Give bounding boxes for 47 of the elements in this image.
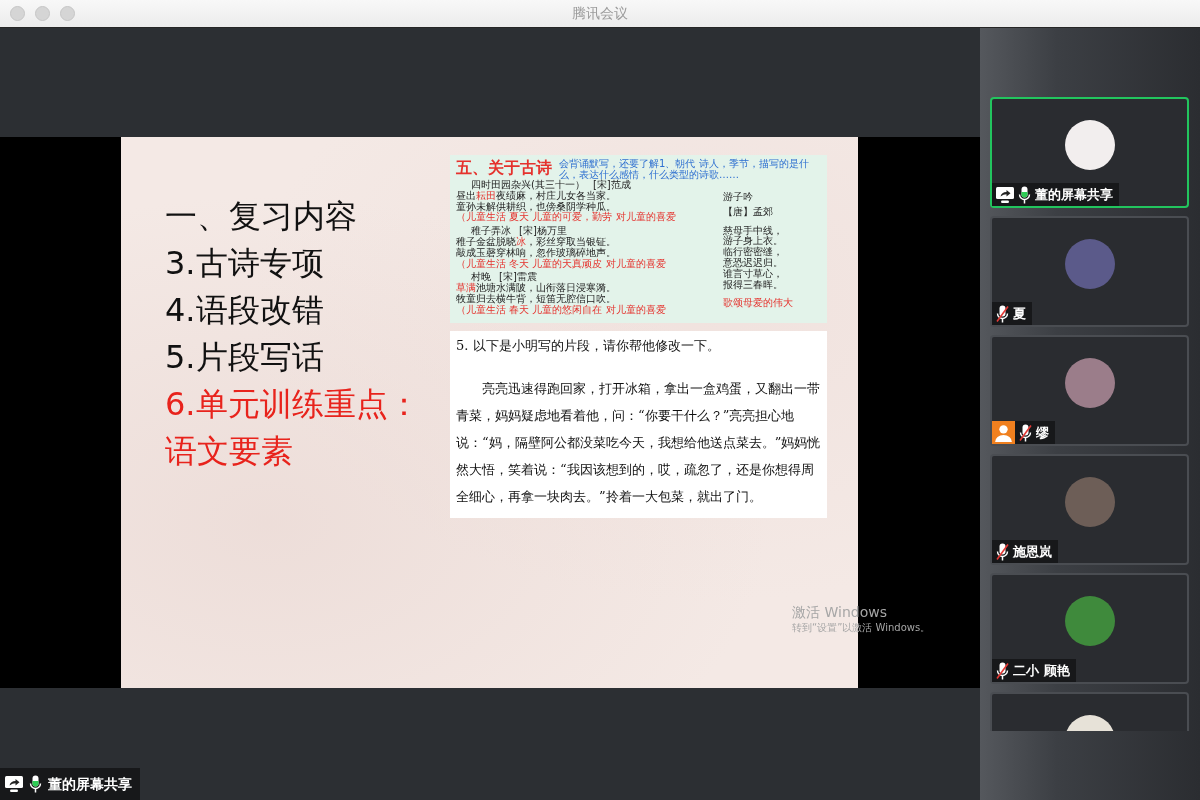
avatar-placeholder [1064, 239, 1115, 289]
outline-item: 6.单元训练重点： [165, 384, 421, 425]
slide-heading: 一、复习内容 [165, 196, 358, 237]
exercise-passage: 亮亮迅速得跑回家，打开冰箱，拿出一盒鸡蛋，又翻出一带青菜，妈妈疑虑地看着他，问：“你要干什么？”亮亮担心地说：“妈，隔壁阿公都没菜吃今天，我想给他送点菜去。”妈妈恍然大悟，笑着说：“我因该想到的，哎，疏忽了，还是你想得周全细心，再拿一块肉去。”拎着一大包菜，就出了门。 [456, 379, 821, 506]
poem-title: 村晚 [471, 272, 491, 283]
participant-name: 夏 [1013, 304, 1026, 323]
participant-name: 缪 [1036, 423, 1049, 442]
exercise-question: 5. 以下是小明写的片段，请你帮他修改一下。 [456, 336, 721, 355]
outline-item: 5.片段写话 [165, 337, 325, 378]
avatar-placeholder [1064, 120, 1115, 170]
poem-author: 【唐】孟郊 [723, 206, 774, 218]
poem-line: 牧童归去横牛背，短笛无腔信口吹。 [456, 293, 616, 305]
panel-note: 会背诵默写，还要了解1、朝代 诗人，季节，描写的是什么，表达什么感情，什么类型的诗歌…… [559, 158, 810, 180]
outline-item: 4.语段改错 [165, 290, 325, 331]
poem-line: 临行密密缝， [723, 247, 784, 258]
poem-line: 意恐迟迟归。 [723, 258, 784, 269]
poem-line: 昼出耘田夜绩麻，村庄儿女各当家。 [456, 190, 616, 201]
zoom-button[interactable] [60, 6, 75, 21]
poem-theme: （儿童生活 冬天 儿童的天真顽皮 对儿童的喜爱 [456, 258, 667, 270]
poem-line: 游子身上衣。 [723, 236, 784, 247]
poem-line: 报得三春晖。 [723, 279, 784, 291]
poem-theme: （儿童生活 春天 儿童的悠闲自在 对儿童的喜爱 [456, 304, 667, 316]
presenter-name: 董的屏幕共享 [48, 774, 132, 794]
window-title: 腾讯会议 [572, 4, 628, 23]
poem-theme: 歌颂母爱的伟大 [723, 298, 794, 310]
poem-line: 稚子金盆脱晓冰，彩丝穿取当银钲。 [456, 237, 617, 248]
poem-line: 慈母手中线， [723, 225, 784, 236]
outline-item: 语文要素 [165, 431, 294, 472]
poem-title: 四时田园杂兴(其三十一） [471, 180, 585, 190]
participant-name: 二小 顾艳 [1013, 661, 1070, 680]
poem-author: [宋]范成 [592, 180, 631, 190]
poem-line: 谁言寸草心， [723, 268, 784, 279]
close-button[interactable] [10, 6, 25, 21]
panel-title: 五、关于古诗 [456, 158, 552, 178]
poem-author: [宋]雷震 [499, 272, 537, 283]
participant-name: 董的屏幕共享 [1035, 185, 1113, 204]
participant-name: 施恩岚 [1013, 542, 1052, 561]
outline-item: 3.古诗专项 [165, 243, 325, 284]
poem-title: 游子吟 [723, 192, 754, 203]
poem-line: 草满池塘水满陂，山衔落日浸寒漪。 [456, 283, 617, 294]
poem-theme: （儿童生活 夏天 儿童的可爱，勤劳 对儿童的喜爱 [456, 212, 677, 224]
avatar-placeholder [1064, 358, 1115, 408]
avatar-placeholder [1064, 477, 1115, 527]
avatar-placeholder [1064, 596, 1115, 646]
minimize-button[interactable] [35, 6, 50, 21]
poem-title: 稚子弄冰 [471, 226, 511, 237]
poem-author: [宋]杨万里 [519, 226, 567, 237]
